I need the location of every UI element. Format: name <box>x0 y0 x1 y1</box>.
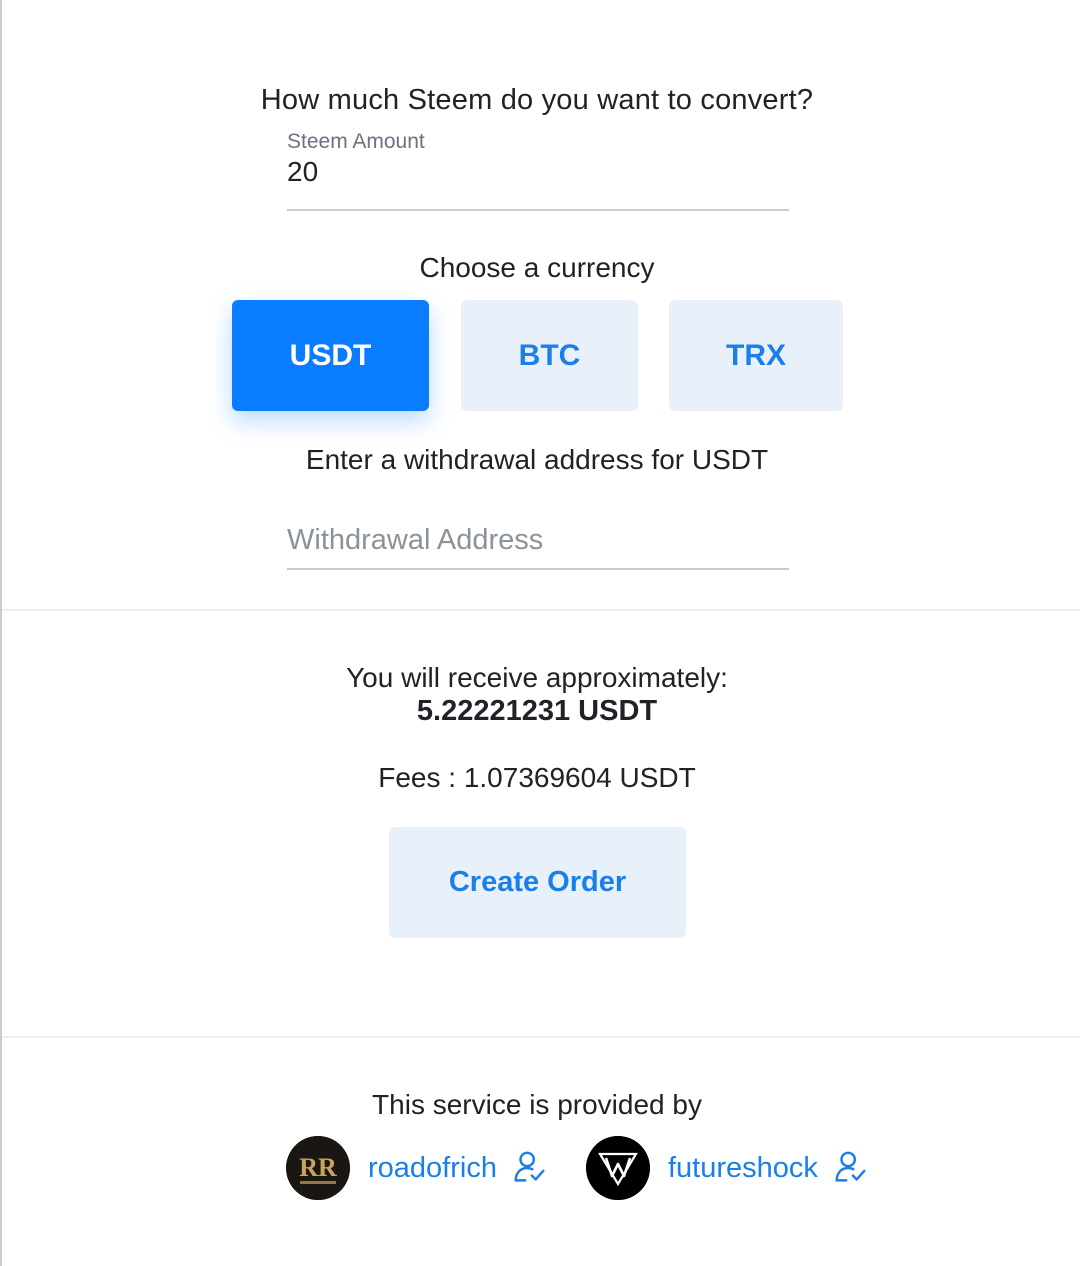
steem-amount-underline <box>287 209 789 211</box>
provider-name-futureshock[interactable]: futureshock <box>668 1152 818 1185</box>
verified-user-icon <box>835 1151 866 1182</box>
futureshock-avatar[interactable] <box>586 1136 650 1200</box>
receive-amount: 5.22221231 USDT <box>416 695 658 727</box>
withdrawal-label: Enter a withdrawal address for USDT <box>305 444 769 475</box>
steem-amount-label: Steem Amount <box>287 130 425 153</box>
convert-question: How much Steem do you want to convert? <box>260 84 814 116</box>
withdrawal-underline <box>287 568 789 570</box>
steem-convert-panel: How much Steem do you want to convert? S… <box>0 0 1080 1266</box>
create-order-button[interactable]: Create Order <box>389 827 686 938</box>
currency-heading: Choose a currency <box>419 252 655 283</box>
currency-trx-button[interactable]: TRX <box>669 300 843 411</box>
currency-usdt-button[interactable]: USDT <box>232 300 429 411</box>
steem-amount-input[interactable]: 20 <box>287 156 318 188</box>
provided-by-text: This service is provided by <box>372 1089 702 1120</box>
section-divider <box>2 609 1080 611</box>
withdrawal-address-input[interactable] <box>287 520 789 560</box>
provider-futureshock[interactable]: futureshock <box>586 1136 870 1200</box>
svg-text:RR: RR <box>299 1153 337 1182</box>
provider-name-roadofrich[interactable]: roadofrich <box>368 1152 497 1185</box>
receive-label: You will receive approximately: <box>346 662 728 693</box>
provider-roadofrich[interactable]: RR roadofrich <box>286 1136 549 1200</box>
currency-btc-button[interactable]: BTC <box>461 300 638 411</box>
fees-text: Fees : 1.07369604 USDT <box>378 762 696 793</box>
roadofrich-avatar[interactable]: RR <box>286 1136 350 1200</box>
footer-divider <box>2 1036 1080 1038</box>
verified-user-icon <box>514 1151 545 1182</box>
